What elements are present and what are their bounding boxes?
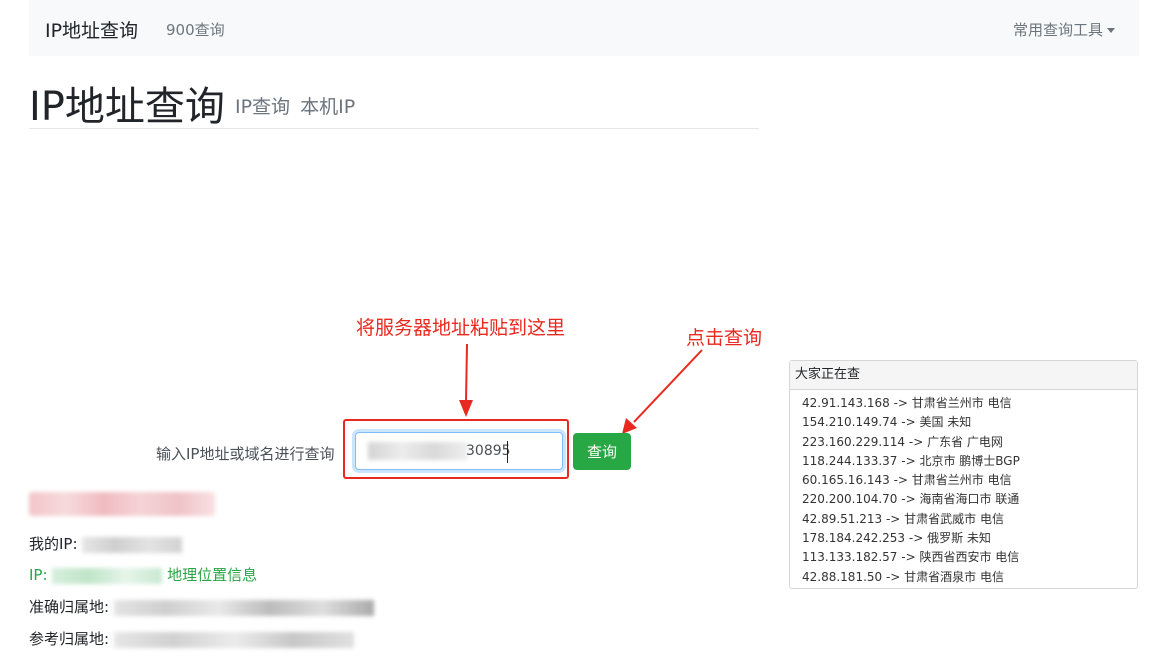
ip-prefix-label: IP: xyxy=(29,566,48,584)
recent-query-item[interactable]: 154.210.149.74 -> 美国 未知 xyxy=(802,413,1137,432)
top-navbar: IP地址查询 900查询 常用查询工具 xyxy=(29,0,1139,56)
exact-location-row: 准确归属地: xyxy=(29,596,374,617)
input-visible-value: 30895 xyxy=(466,443,511,459)
ip-geo-row: IP: 地理位置信息 xyxy=(29,564,257,585)
exact-location-label: 准确归属地: xyxy=(29,598,110,616)
my-ip-label: 我的IP: xyxy=(29,535,78,553)
arrow-to-button xyxy=(633,349,703,423)
redacted-exact-location xyxy=(113,599,374,616)
redacted-ip xyxy=(52,567,163,584)
recent-query-item[interactable]: 42.88.181.50 -> 甘肃省酒泉市 电信 xyxy=(802,568,1137,587)
geo-location-link[interactable]: 地理位置信息 xyxy=(167,566,257,584)
recent-query-item[interactable]: 223.160.229.114 -> 广东省 广电网 xyxy=(802,433,1137,452)
redacted-input-text xyxy=(368,442,468,460)
recent-query-item[interactable]: 113.133.182.57 -> 陕西省西安市 电信 xyxy=(802,548,1137,567)
subtitle-local-ip: 本机IP xyxy=(300,96,356,118)
my-ip-row: 我的IP: xyxy=(29,533,183,554)
tools-dropdown-label: 常用查询工具 xyxy=(1012,21,1103,39)
ip-query-input[interactable]: 30895 xyxy=(355,432,563,470)
recent-query-item[interactable]: 42.91.143.168 -> 甘肃省兰州市 电信 xyxy=(802,394,1137,413)
recent-query-item[interactable]: 118.244.133.37 -> 北京市 鹏博士BGP xyxy=(802,452,1137,471)
recent-query-item[interactable]: 60.165.16.143 -> 甘肃省兰州市 电信 xyxy=(802,471,1137,490)
redacted-reference-location xyxy=(113,631,354,648)
page-title: IP地址查询 xyxy=(29,84,225,130)
recent-query-item[interactable]: 220.200.104.70 -> 海南省海口市 联通 xyxy=(802,490,1137,509)
recent-queries-list: 42.91.143.168 -> 甘肃省兰州市 电信 154.210.149.7… xyxy=(790,390,1137,587)
subtitle-ip-query: IP查询 xyxy=(235,96,291,118)
recent-queries-card: 大家正在查 42.91.143.168 -> 甘肃省兰州市 电信 154.210… xyxy=(789,360,1138,589)
reference-location-label: 参考归属地: xyxy=(29,630,110,648)
redacted-result-heading xyxy=(29,492,215,516)
arrow-to-button-head xyxy=(622,418,637,434)
text-cursor xyxy=(507,441,508,463)
annotation-click-hint: 点击查询 xyxy=(686,327,763,349)
tools-dropdown[interactable]: 常用查询工具 xyxy=(1013,19,1115,40)
nav-link-900-query[interactable]: 900查询 xyxy=(166,19,225,40)
redacted-my-ip xyxy=(82,536,183,553)
recent-query-item[interactable]: 178.184.242.253 -> 俄罗斯 未知 xyxy=(802,529,1137,548)
arrow-to-input-head xyxy=(459,400,473,417)
annotation-paste-hint: 将服务器地址粘贴到这里 xyxy=(356,317,566,339)
arrow-to-input xyxy=(465,343,468,403)
query-button[interactable]: 查询 xyxy=(573,433,631,470)
navbar-brand[interactable]: IP地址查询 xyxy=(45,16,138,43)
caret-down-icon xyxy=(1107,28,1115,33)
recent-queries-title: 大家正在查 xyxy=(790,361,1137,390)
page-subtitle: IP查询 本机IP xyxy=(235,92,359,119)
recent-query-item[interactable]: 42.89.51.213 -> 甘肃省武威市 电信 xyxy=(802,510,1137,529)
query-label: 输入IP地址或域名进行查询 xyxy=(156,445,335,463)
title-divider xyxy=(29,128,759,129)
reference-location-row: 参考归属地: xyxy=(29,628,354,649)
